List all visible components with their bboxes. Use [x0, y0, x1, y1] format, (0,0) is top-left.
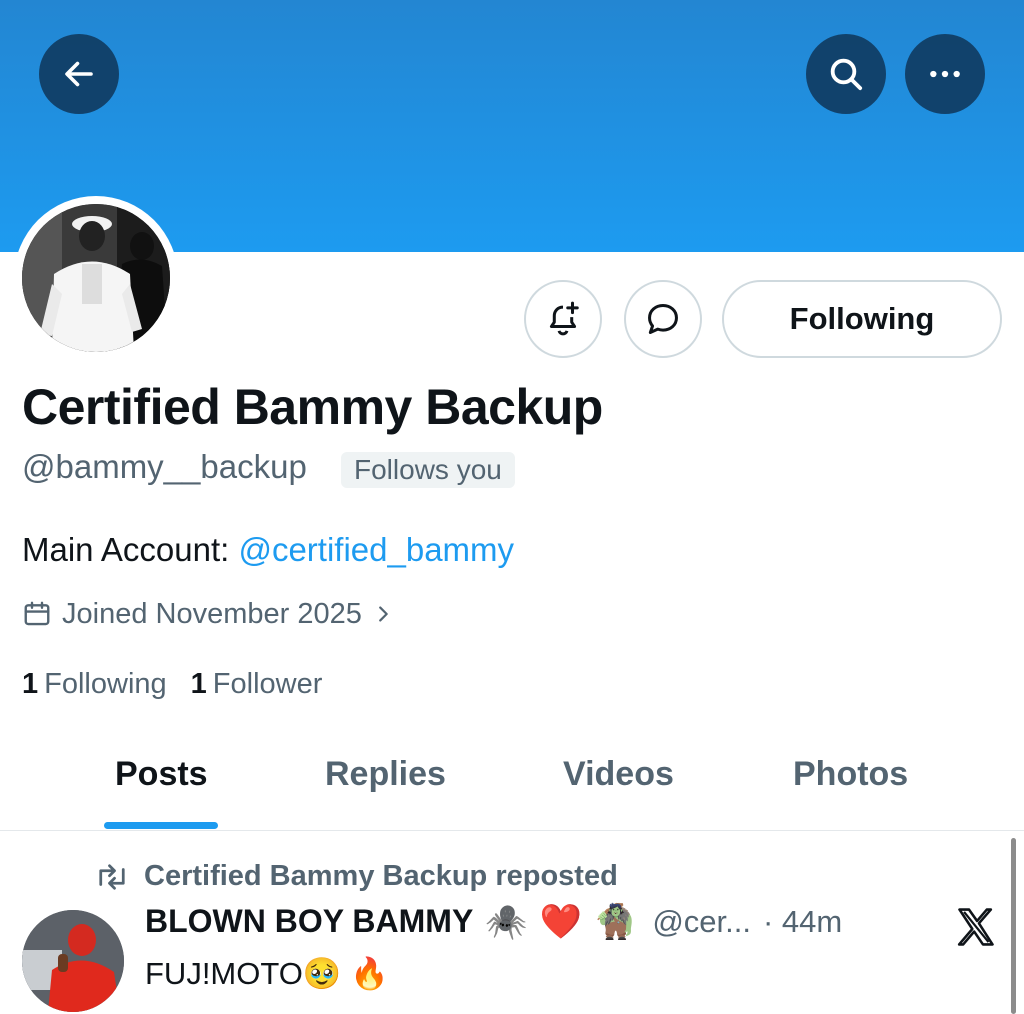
profile-tabs: Posts Replies Videos Photos — [0, 735, 1024, 831]
joined-date-row[interactable]: Joined November 2025 — [22, 596, 394, 632]
repost-indicator: Certified Bammy Backup reposted — [94, 860, 618, 893]
notify-button[interactable] — [524, 280, 602, 358]
bio-mention-link[interactable]: @certified_bammy — [238, 531, 514, 568]
profile-bio: Main Account: @certified_bammy — [22, 531, 514, 569]
search-button[interactable] — [806, 34, 886, 114]
author-emoji-heart: ❤️ — [539, 902, 582, 941]
post-author-name[interactable]: BLOWN BOY BAMMY — [145, 903, 473, 940]
followers-count: 1 — [190, 668, 207, 700]
repost-label: Certified Bammy Backup reposted — [144, 860, 618, 892]
more-horizontal-icon — [930, 70, 960, 78]
repost-icon — [99, 863, 125, 890]
avatar[interactable] — [22, 204, 170, 352]
tab-posts[interactable]: Posts — [115, 755, 208, 794]
search-icon — [830, 58, 863, 91]
post-text: FUJ!MOTO🥹 🔥 — [145, 956, 389, 991]
chevron-right-icon — [379, 606, 388, 622]
scrollbar[interactable] — [1011, 838, 1016, 1014]
message-bubble-icon — [648, 304, 678, 334]
author-emoji-troll: 🧌 — [593, 902, 637, 941]
post-author-handle: @cer... — [652, 903, 751, 939]
profile-banner — [0, 0, 1024, 252]
post-timestamp[interactable]: · 44m — [763, 904, 842, 940]
tab-photos[interactable]: Photos — [793, 755, 908, 794]
followers-label: Follower — [212, 668, 323, 700]
post-header: BLOWN BOY BAMMY 🕷️ ❤️ 🧌 @cer... · 44m — [145, 903, 842, 940]
followers-stat[interactable]: 1 Follower — [191, 668, 323, 701]
back-button[interactable] — [39, 34, 119, 114]
post-author-avatar[interactable] — [22, 910, 124, 1012]
joined-date: Joined November 2025 — [62, 597, 362, 630]
follow-stats: 1 Following 1 Follower — [22, 668, 322, 701]
following-stat[interactable]: 1 Following — [22, 668, 167, 701]
bell-plus-icon — [549, 301, 579, 336]
profile-handle: @bammy__backup — [22, 448, 307, 485]
tab-videos[interactable]: Videos — [563, 755, 674, 794]
profile-display-name: Certified Bammy Backup — [22, 379, 603, 435]
follows-you-badge: Follows you — [341, 452, 515, 488]
bio-text: Main Account: — [22, 531, 239, 568]
more-button[interactable] — [905, 34, 985, 114]
message-button[interactable] — [624, 280, 702, 358]
following-count: 1 — [22, 668, 39, 700]
author-emoji-spider: 🕷️ — [485, 902, 528, 941]
arrow-left-icon — [65, 61, 93, 87]
following-label: Following — [44, 668, 167, 700]
calendar-icon — [24, 601, 50, 626]
tab-replies[interactable]: Replies — [325, 755, 446, 794]
x-logo-icon[interactable] — [954, 905, 998, 949]
profile-avatar-frame — [14, 196, 178, 360]
active-tab-indicator — [104, 822, 218, 829]
following-button[interactable]: Following — [722, 280, 1002, 358]
